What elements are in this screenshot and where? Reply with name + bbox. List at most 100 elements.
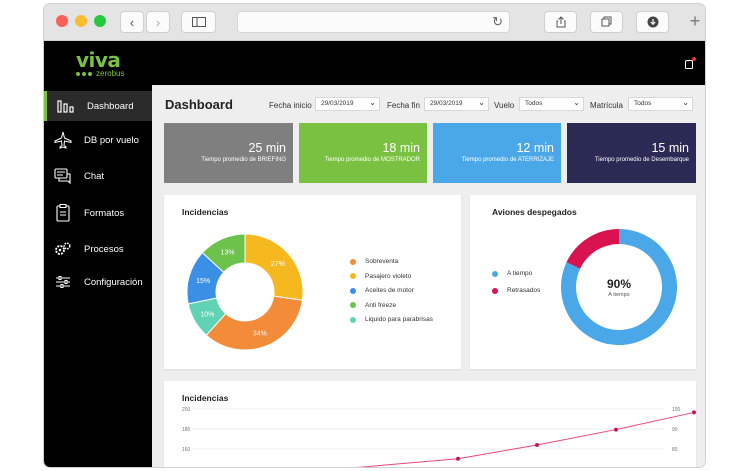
browser-window: ‹ › ↻ + viva zerobus Dashboard DB por vu…	[44, 4, 705, 467]
legend-label: Anti freeze	[365, 301, 397, 309]
sidebar-item-formatos[interactable]: Formatos	[44, 198, 152, 228]
y-tick-label-right: 100	[672, 407, 681, 413]
new-tab-button[interactable]: +	[685, 11, 705, 41]
legend-dot	[492, 287, 498, 294]
legend-item: Pasajero violeto	[350, 273, 411, 280]
share-icon	[556, 16, 565, 28]
tabs-icon	[601, 16, 611, 27]
vuelo-select[interactable]: Todos ⌄	[519, 97, 584, 111]
sidebar-item-configuracion[interactable]: Configuración	[44, 267, 152, 297]
donut-data-label: 27%	[271, 261, 285, 268]
legend-dot	[350, 273, 356, 279]
on-time-caption: A tiempo	[608, 292, 630, 298]
bar-chart-icon	[57, 97, 75, 115]
legend-item: Liquido para parabrisas	[350, 316, 433, 323]
chat-icon	[54, 167, 72, 185]
legend-item: Sobreventa	[350, 258, 398, 265]
sidebar-item-chat[interactable]: Chat	[44, 161, 152, 191]
browser-toolbar: ‹ › ↻ +	[44, 4, 705, 41]
forward-button[interactable]: ›	[146, 11, 170, 33]
donut-slice-retrasados	[566, 229, 619, 269]
data-point	[456, 456, 460, 461]
app-header: viva zerobus	[44, 41, 705, 85]
kpi-caption: Tiempo promedio de Desembarque	[594, 157, 689, 163]
kpi-caption: Tiempo promedio de MOSTRADOR	[324, 157, 420, 163]
chevron-left-icon: ‹	[129, 14, 135, 30]
data-point	[614, 427, 618, 432]
kpi-value: 12 min	[516, 141, 554, 155]
legend-label: A tiempo	[507, 270, 533, 277]
y-tick-label-right: 90	[672, 427, 678, 433]
legend-dot	[350, 316, 356, 323]
legend-dot	[350, 287, 356, 294]
legend-item: Aceites de motor	[350, 287, 414, 294]
incidencias-donut-chart: 27% 34% 10% 15% 13%	[186, 233, 304, 351]
kpi-card-briefing: 25 min Tiempo promedio de BRIEFING	[164, 123, 293, 183]
kpi-value: 25 min	[248, 141, 286, 155]
sidebar-item-db-por-vuelo[interactable]: DB por vuelo	[44, 125, 152, 155]
y-tick-label-left: 160	[182, 447, 191, 453]
legend-item: Anti freeze	[350, 302, 396, 309]
kpi-card-desembarque: 15 min Tiempo promedio de Desembarque	[567, 123, 696, 183]
incidencias-line-card: Incidencias 200 100 180 90 160 80 140 70	[164, 381, 696, 467]
chevron-down-icon: ⌄	[478, 98, 485, 107]
legend-dot	[492, 270, 498, 277]
on-time-percentage: 90%	[606, 277, 632, 291]
kpi-card-aterrizaje: 12 min Tiempo promedio de ATERRIZAJE	[433, 123, 561, 183]
maximize-window-button[interactable]	[94, 15, 106, 27]
legend-label: Sobreventa	[365, 258, 399, 265]
aviones-despegados-card: Aviones despegados A tiempo Retrasados 90…	[470, 195, 696, 369]
kpi-card-mostrador: 18 min Tiempo promedio de MOSTRADOR	[299, 123, 427, 183]
matricula-select[interactable]: Todos ⌄	[628, 97, 693, 111]
close-window-button[interactable]	[56, 15, 68, 27]
chevron-down-icon: ⌄	[369, 98, 376, 107]
share-button[interactable]	[544, 11, 577, 33]
notification-icon[interactable]	[685, 57, 696, 69]
donut-data-label: 15%	[196, 278, 210, 285]
fecha-fin-label: Fecha fin	[387, 101, 420, 110]
incidencias-donut-card: Incidencias 27% 34% 10% 15% 13% Sobreventa Pa…	[164, 195, 461, 369]
donut-slice-1	[205, 295, 303, 351]
legend-label: Retrasados	[507, 287, 541, 294]
donut-data-label: 13%	[221, 250, 235, 257]
chevron-down-icon: ⌄	[573, 98, 580, 107]
card-title: Incidencias	[182, 207, 229, 217]
form-icon	[54, 204, 72, 222]
fecha-inicio-select[interactable]: 29/03/2019 ⌄	[315, 97, 380, 111]
legend-label: Pasajero violeto	[365, 272, 412, 280]
legend-item: Retrasados	[492, 287, 540, 294]
y-tick-label-right: 80	[672, 447, 678, 453]
fecha-fin-select[interactable]: 29/03/2019 ⌄	[424, 97, 489, 111]
minimize-window-button[interactable]	[75, 15, 87, 27]
series-line	[356, 411, 695, 467]
airplane-icon	[54, 131, 72, 149]
data-point	[535, 443, 539, 447]
download-button[interactable]	[636, 11, 669, 33]
sliders-icon	[54, 273, 72, 291]
incidencias-line-chart: 200 100180 90160 80140 70	[182, 407, 696, 467]
sidebar-item-procesos[interactable]: Procesos	[44, 234, 152, 264]
sidebar-toggle-button[interactable]	[181, 11, 216, 33]
legend-dot	[350, 302, 356, 308]
page-title: Dashboard	[165, 97, 233, 112]
gears-icon	[54, 240, 72, 258]
legend-item: A tiempo	[492, 270, 532, 277]
matricula-label: Matrícula	[590, 101, 623, 110]
legend-label: Aceites de motor	[365, 287, 414, 294]
legend-label: Liquido para parabrisas	[365, 316, 433, 323]
kpi-caption: Tiempo promedio de ATERRIZAJE	[461, 157, 554, 163]
sidebar-icon	[191, 17, 206, 27]
kpi-value: 18 min	[382, 141, 420, 155]
chevron-down-icon: ⌄	[682, 98, 689, 107]
reload-icon[interactable]: ↻	[492, 14, 503, 30]
data-point	[692, 410, 696, 415]
tabs-button[interactable]	[590, 11, 623, 33]
legend-dot	[350, 258, 356, 265]
kpi-caption: Tiempo promedio de BRIEFING	[201, 157, 286, 163]
address-bar[interactable]: ↻	[237, 11, 510, 33]
y-tick-label-left: 200	[182, 407, 191, 413]
back-button[interactable]: ‹	[120, 11, 144, 33]
sidebar-item-dashboard[interactable]: Dashboard	[44, 91, 152, 121]
sidebar: Dashboard DB por vuelo Chat Formatos Pro…	[44, 85, 152, 467]
donut-data-label: 34%	[253, 330, 267, 337]
